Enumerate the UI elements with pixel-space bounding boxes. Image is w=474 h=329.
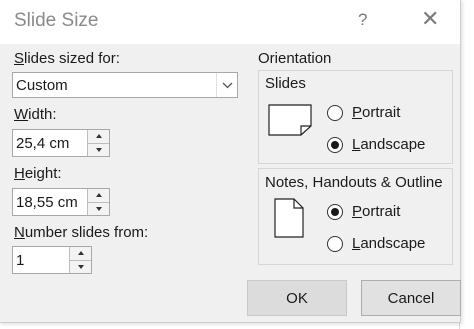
slides-portrait-radio[interactable] xyxy=(327,104,343,121)
notes-orientation-label: Notes, Handouts & Outline xyxy=(265,174,443,191)
width-value[interactable]: 25,4 cm xyxy=(16,135,69,152)
width-label: Width: xyxy=(14,106,57,123)
height-label: Height: xyxy=(14,165,62,182)
slides-landscape-radio[interactable] xyxy=(327,136,343,153)
title-bar: Slide Size ? ✕ xyxy=(0,0,460,44)
slides-sized-for-value: Custom xyxy=(16,77,68,94)
chevron-down-icon[interactable] xyxy=(216,73,237,97)
slides-portrait-option[interactable]: Portrait xyxy=(327,104,400,121)
arrow-up-icon xyxy=(95,193,102,198)
height-decrease-button[interactable] xyxy=(87,202,109,215)
notes-landscape-label: Landscape xyxy=(352,235,426,252)
help-button[interactable]: ? xyxy=(358,10,367,30)
slides-orientation-label: Slides xyxy=(265,75,306,92)
arrow-down-icon xyxy=(95,206,102,211)
notes-portrait-option[interactable]: Portrait xyxy=(327,203,400,220)
width-increase-button[interactable] xyxy=(87,130,109,144)
height-spinner[interactable]: 18,55 cm xyxy=(12,188,110,216)
dialog-title: Slide Size xyxy=(14,10,99,31)
background-slide-edge xyxy=(459,0,474,329)
portrait-page-icon xyxy=(274,198,304,238)
slides-landscape-label: Landscape xyxy=(352,136,426,153)
notes-portrait-radio[interactable] xyxy=(327,203,343,220)
arrow-up-icon xyxy=(77,251,84,256)
arrow-down-icon xyxy=(95,147,102,152)
arrow-down-icon xyxy=(77,264,84,269)
height-value[interactable]: 18,55 cm xyxy=(16,194,78,211)
slide-size-dialog: Slide Size ? ✕ Slides sized for: Custom … xyxy=(0,0,461,323)
arrow-up-icon xyxy=(95,134,102,139)
cancel-button[interactable]: Cancel xyxy=(361,280,461,316)
notes-landscape-option[interactable]: Landscape xyxy=(327,235,425,252)
width-decrease-button[interactable] xyxy=(87,143,109,156)
slides-sized-for-dropdown[interactable]: Custom xyxy=(12,72,238,98)
number-slides-from-value[interactable]: 1 xyxy=(16,252,24,269)
notes-landscape-radio[interactable] xyxy=(327,235,343,252)
number-increase-button[interactable] xyxy=(69,247,91,261)
slides-sized-for-label: Slides sized for: xyxy=(14,50,120,67)
number-slides-from-label: Number slides from: xyxy=(14,224,149,241)
width-spinner[interactable]: 25,4 cm xyxy=(12,129,110,157)
ok-button[interactable]: OK xyxy=(247,280,347,316)
orientation-label: Orientation xyxy=(258,50,332,67)
landscape-page-icon xyxy=(268,104,312,136)
slides-landscape-option[interactable]: Landscape xyxy=(327,136,425,153)
number-decrease-button[interactable] xyxy=(69,260,91,273)
close-icon[interactable]: ✕ xyxy=(421,6,439,32)
slides-portrait-label: Portrait xyxy=(352,104,401,121)
notes-portrait-label: Portrait xyxy=(352,203,401,220)
height-increase-button[interactable] xyxy=(87,189,109,203)
number-slides-from-spinner[interactable]: 1 xyxy=(12,246,92,274)
